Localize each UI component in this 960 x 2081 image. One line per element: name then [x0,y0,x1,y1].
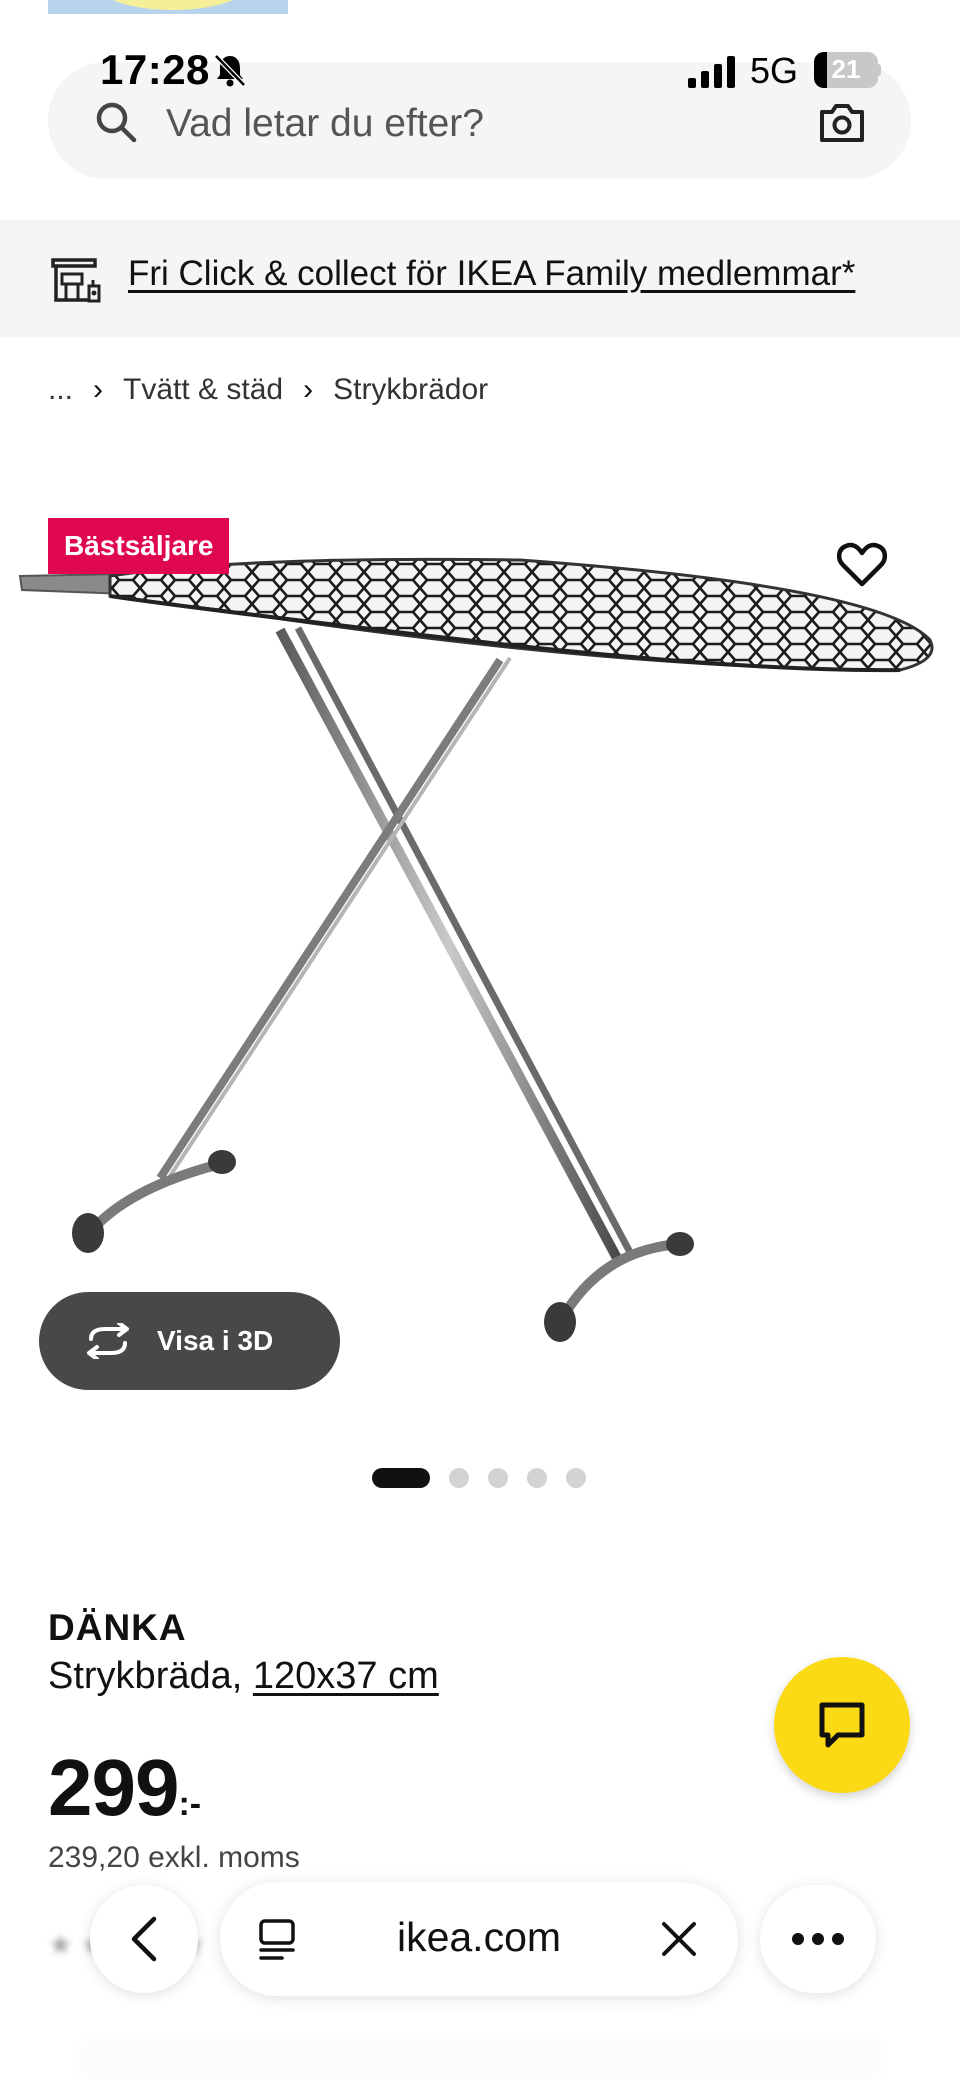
product-image[interactable] [0,500,960,1400]
product-dimensions-link[interactable]: 120x37 cm [253,1655,439,1697]
price: 299:- [48,1742,201,1834]
more-icon [792,1933,844,1945]
more-button[interactable] [760,1885,876,1993]
search-input[interactable] [166,96,786,152]
promo-link[interactable]: Fri Click & collect för IKEA Family medl… [128,254,855,294]
carousel-dot[interactable] [449,1468,469,1488]
store-icon [51,258,101,303]
bestseller-badge: Bästsäljare [48,518,230,574]
breadcrumb-item-laundry[interactable]: Tvätt & städ [123,373,283,407]
breadcrumb: ... › Tvätt & städ › Strykbrädor [48,370,488,410]
battery-indicator: 21 [814,52,878,88]
heart-icon[interactable] [836,538,888,590]
camera-icon[interactable] [818,100,866,144]
back-button[interactable] [90,1885,198,1993]
price-suffix: :- [178,1785,202,1823]
breadcrumb-ellipsis[interactable]: ... [48,373,73,407]
chat-button[interactable] [774,1657,910,1793]
address-bar[interactable]: ikea.com [220,1882,738,1996]
close-icon[interactable] [660,1920,698,1958]
chevron-right-icon: › [303,373,314,406]
chat-icon [819,1702,865,1748]
signal-icon [688,56,735,88]
bell-slash-icon [214,54,246,87]
back-chevron-icon [131,1916,157,1962]
price-integer: 299 [48,1743,179,1832]
carousel-dot[interactable] [527,1468,547,1488]
product-description: Strykbräda, 120x37 cm [48,1655,439,1698]
status-time: 17:28 [100,46,210,93]
top-image-strip [48,0,288,14]
view-3d-button[interactable]: Visa i 3D [39,1292,340,1390]
search-icon[interactable] [94,100,138,144]
carousel-dot[interactable] [566,1468,586,1488]
rotate-3d-icon [87,1323,129,1359]
battery-level: 21 [831,54,861,84]
product-type: Strykbräda, [48,1655,243,1697]
network-label: 5G [750,50,799,91]
carousel-dot[interactable] [372,1468,430,1488]
breadcrumb-item-ironing-boards[interactable]: Strykbrädor [333,373,488,407]
carousel-dots[interactable] [372,1467,605,1489]
carousel-dot[interactable] [488,1468,508,1488]
battery-tip [876,64,881,76]
view-3d-label: Visa i 3D [157,1325,274,1356]
product-name: DÄNKA [48,1607,187,1648]
chevron-right-icon: › [93,373,104,406]
